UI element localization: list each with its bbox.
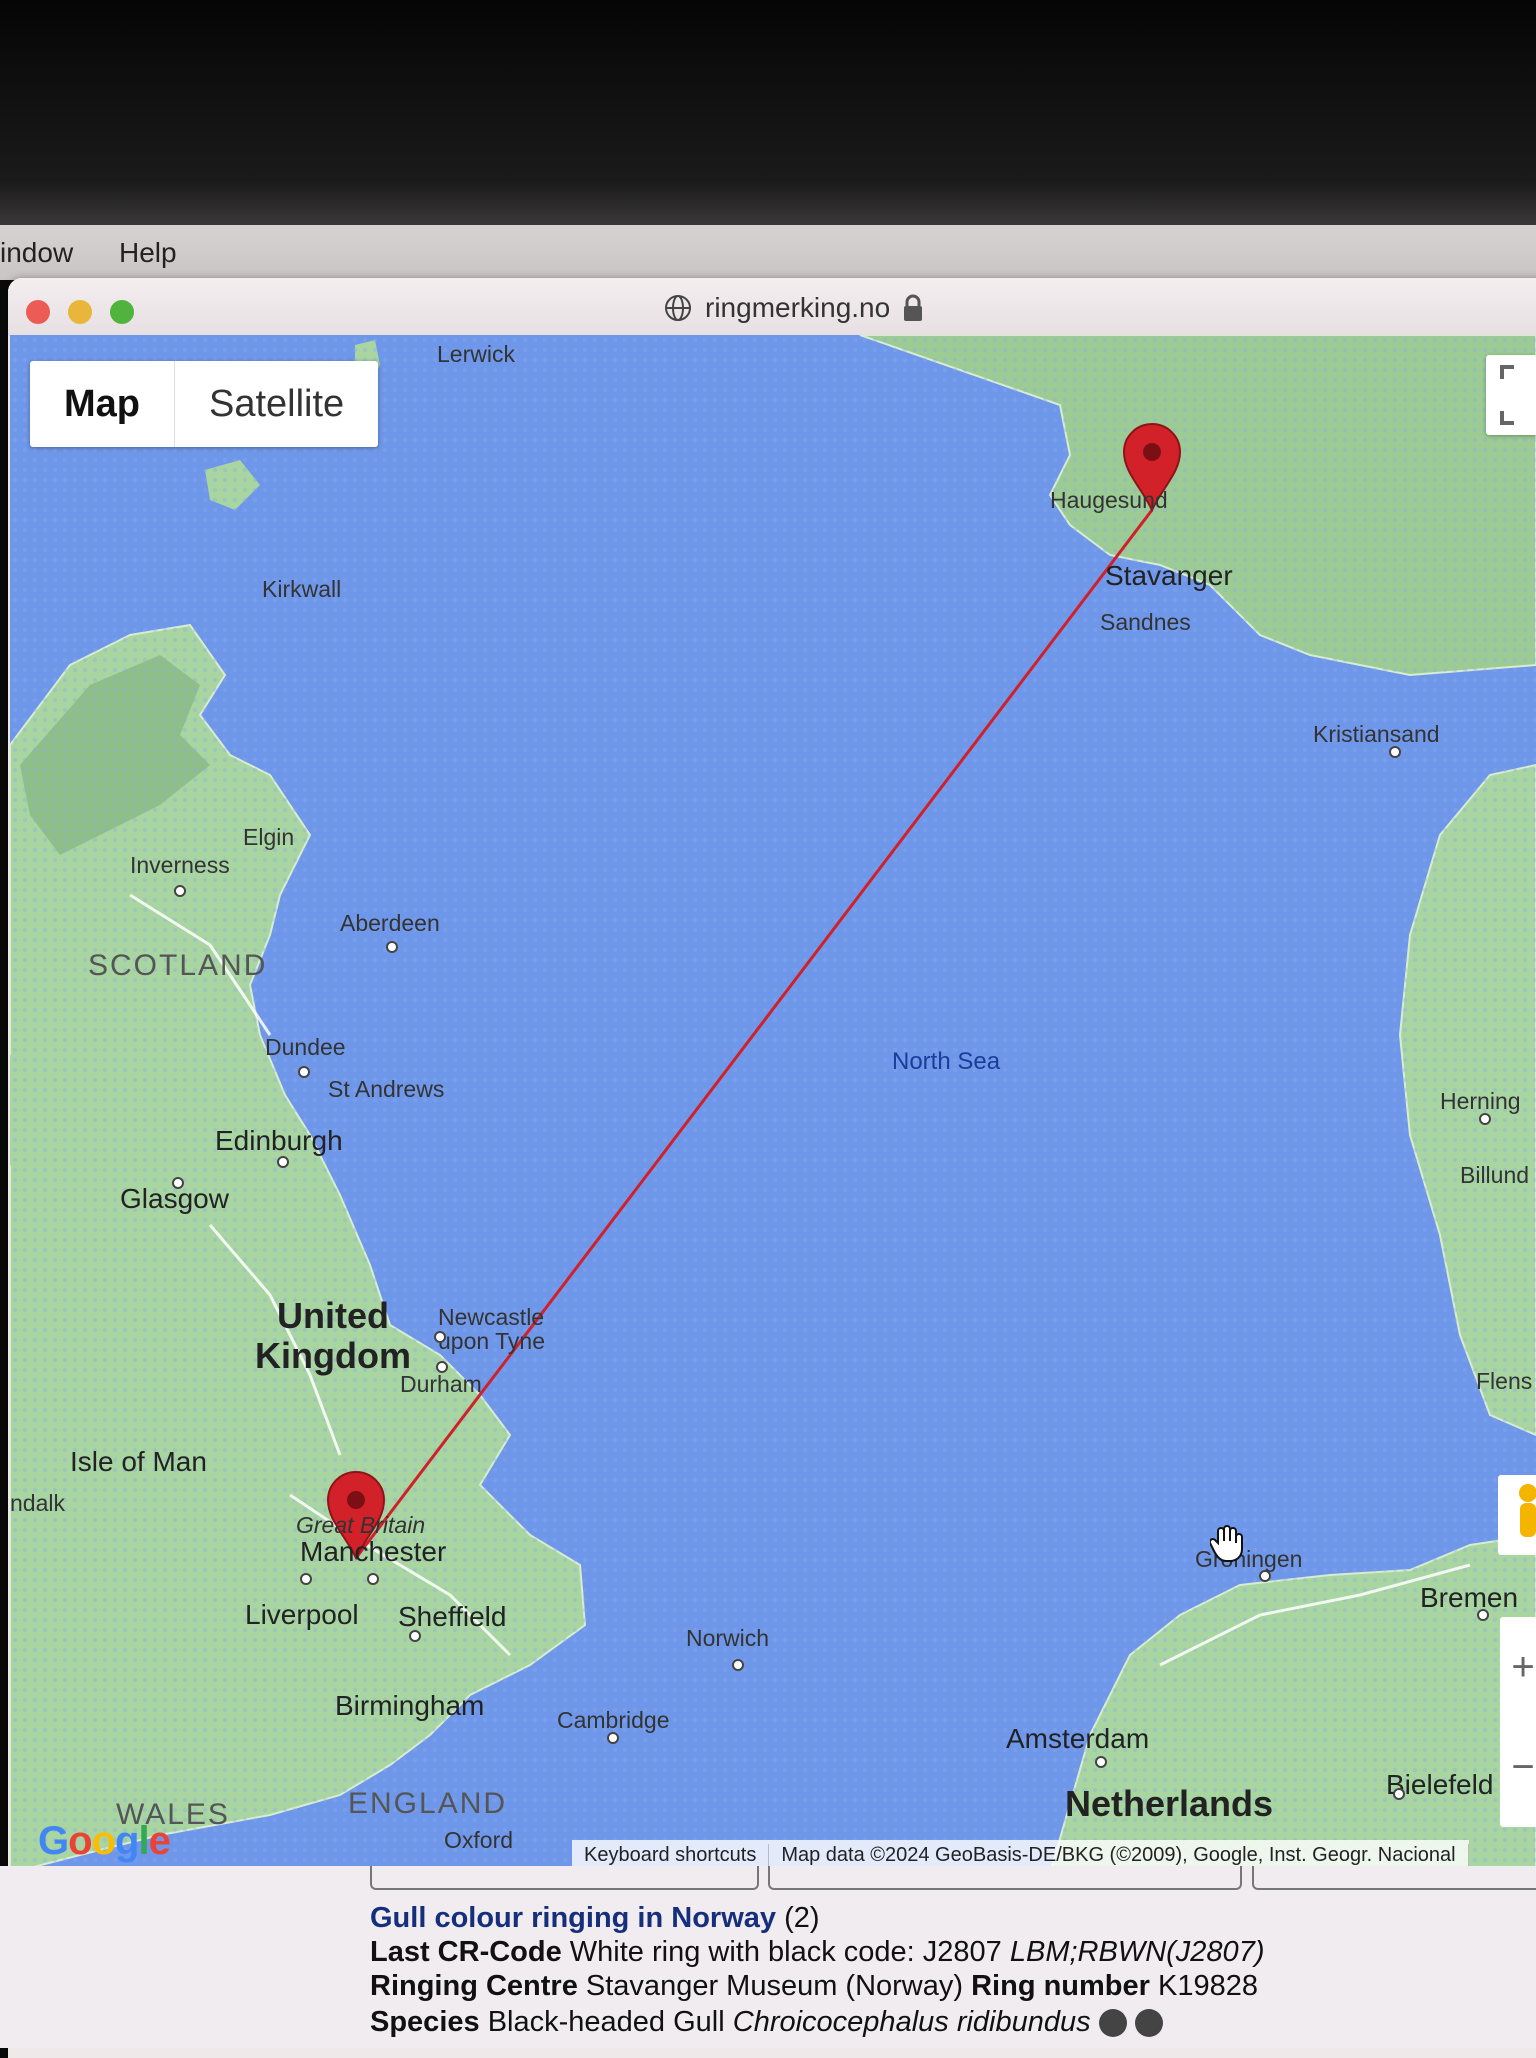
address-bar[interactable]: ringmerking.no [663,288,924,328]
zoom-in-button[interactable]: + [1500,1617,1536,1717]
fullscreen-icon [1500,365,1514,425]
label-herning: Herning [1440,1088,1521,1114]
minimize-button[interactable] [68,300,92,324]
ring-number-label: Ring number [971,1970,1150,2002]
city-dots [172,746,1491,1800]
street-view-button[interactable] [1498,1475,1536,1555]
label-elgin: Elgin [243,824,294,850]
tab-fragment-2[interactable] [768,1866,1242,1890]
close-button[interactable] [26,300,50,324]
zoom-out-button[interactable]: − [1500,1717,1536,1817]
label-sandnes: Sandnes [1100,609,1191,635]
ring-color-dot-2 [1134,2009,1163,2038]
label-newcastle-2: upon Tyne [438,1328,545,1354]
menu-window[interactable]: indow [0,237,73,269]
label-ndalk: ndalk [10,1490,65,1516]
label-aberdeen: Aberdeen [340,910,440,936]
zoom-control: + − [1500,1617,1536,1827]
label-north-sea: North Sea [892,1048,1001,1075]
globe-icon [665,295,691,321]
label-cambridge: Cambridge [557,1707,670,1733]
ring-color-dot-1 [1098,2009,1127,2038]
label-lerwick: Lerwick [437,341,515,367]
ringing-centre-line: Ringing Centre Stavanger Museum (Norway)… [370,1970,1258,2003]
label-edinburgh: Edinburgh [215,1125,343,1156]
bird-info-panel: Gull colour ringing in Norway (2) Last C… [0,1866,1536,2048]
ring-number-value: K19828 [1158,1970,1259,2002]
label-norwich: Norwich [686,1625,769,1651]
pegman-icon [1519,1484,1536,1537]
label-dundee: Dundee [265,1034,346,1060]
label-netherlands: Netherlands [1065,1783,1273,1824]
ringing-centre-label: Ringing Centre [370,1970,578,2002]
map-view[interactable]: Lerwick Kirkwall Elgin Inverness Aberdee… [10,335,1536,1873]
label-amsterdam: Amsterdam [1006,1723,1149,1754]
title-bar: ringmerking.no [8,278,1536,336]
label-oxford: Oxford [444,1827,513,1853]
section-heading[interactable]: Gull colour ringing in Norway [370,1902,776,1934]
label-birmingham: Birmingham [335,1690,484,1721]
google-logo: Google [38,1819,171,1863]
label-kirkwall: Kirkwall [262,576,341,602]
label-liverpool: Liverpool [245,1599,359,1630]
menu-help[interactable]: Help [119,237,177,269]
label-great-britain: Great Britain [296,1512,425,1538]
label-newcastle-1: Newcastle [438,1304,544,1330]
lock-icon [904,294,923,321]
dark-background [0,0,1536,225]
keyboard-shortcuts-link[interactable]: Keyboard shortcuts [572,1843,770,1867]
map-labels: Lerwick Kirkwall Elgin Inverness Aberdee… [10,341,1532,1853]
cr-code-label: Last CR-Code [370,1936,562,1968]
label-stavanger: Stavanger [1105,560,1233,591]
tab-fragment-1[interactable] [370,1866,759,1890]
fullscreen-button[interactable] [1486,355,1536,435]
label-billund: Billund [1460,1162,1529,1188]
map-button[interactable]: Map [30,361,175,447]
label-bremen: Bremen [1420,1582,1518,1613]
label-kingdom: Kingdom [255,1335,411,1376]
cr-code-line: Last CR-Code White ring with black code:… [370,1936,1264,1969]
map-data-text: Map data ©2024 GeoBasis-DE/BKG (©2009), … [769,1843,1469,1867]
label-england: ENGLAND [348,1787,507,1820]
species-value: Black-headed Gull [487,2006,725,2038]
menu-bar: indow Help [0,225,1536,280]
heading-count: (2) [784,1902,820,1934]
label-united: United [277,1295,389,1336]
species-label: Species [370,2006,480,2038]
label-sheffield: Sheffield [398,1601,506,1632]
label-flens: Flens [1476,1368,1532,1394]
label-durham: Durham [400,1371,482,1397]
ringing-centre-value: Stavanger Museum (Norway) [585,1970,964,2002]
label-kristiansand: Kristiansand [1313,721,1440,747]
label-haugesund: Haugesund [1050,487,1168,513]
map-type-control: Map Satellite [30,361,379,447]
species-line: Species Black-headed Gull Chroicocephalu… [370,2006,1163,2039]
satellite-button[interactable]: Satellite [175,361,378,447]
cr-code: LBM;RBWN(J2807) [1009,1936,1265,1968]
label-st-andrews: St Andrews [328,1076,444,1102]
url-text: ringmerking.no [705,292,891,323]
heading-line: Gull colour ringing in Norway (2) [370,1902,820,1935]
zoom-button[interactable] [110,300,134,324]
cr-code-value: White ring with black code: J2807 [569,1936,1002,1968]
label-isle-of-man: Isle of Man [70,1446,207,1477]
label-inverness: Inverness [130,852,230,878]
tab-fragment-3[interactable] [1252,1866,1536,1890]
label-scotland: SCOTLAND [88,949,267,982]
hand-cursor-icon [1210,1525,1243,1562]
species-latin: Chroicocephalus ridibundus [732,2006,1091,2038]
label-manchester: Manchester [300,1536,446,1567]
